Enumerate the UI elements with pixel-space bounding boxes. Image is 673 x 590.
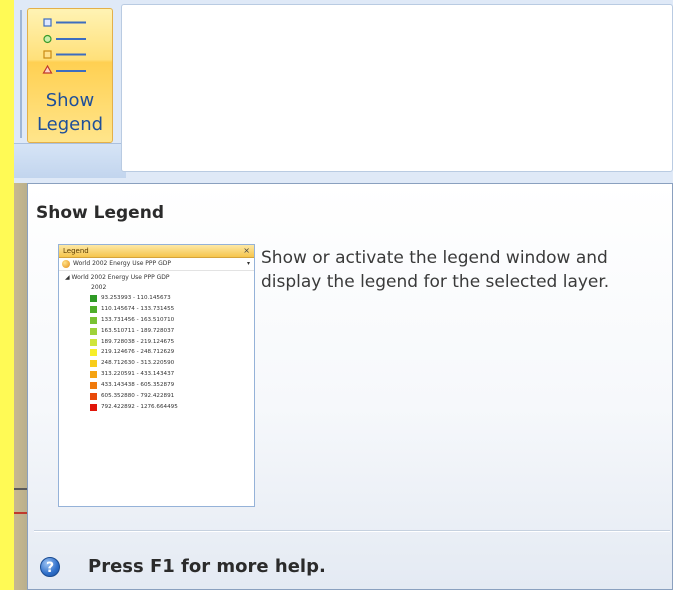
legend-preview-class-row: 313.220591 - 433.143437	[59, 369, 254, 380]
legend-preview-class-row: 110.145674 - 133.731455	[59, 304, 254, 315]
dropdown-arrow-icon: ▾	[246, 260, 250, 267]
legend-preview-class-row: 605.352880 - 792.422891	[59, 391, 254, 402]
legend-class-swatch	[90, 371, 97, 379]
legend-preview-selected-layer: World 2002 Energy Use PPP GDP	[73, 260, 171, 267]
tooltip-title: Show Legend	[36, 203, 164, 223]
show-legend-button[interactable]: Show Legend	[27, 8, 113, 143]
legend-preview-field: 2002	[91, 284, 107, 291]
legend-preview-classes: 93.253993 - 110.145673 110.145674 - 133.7…	[59, 293, 254, 413]
help-text: Press F1 for more help.	[88, 556, 326, 577]
legend-class-label: 433.143438 - 605.352879	[101, 382, 175, 389]
legend-class-swatch	[90, 403, 97, 411]
legend-class-label: 93.253993 - 110.145673	[101, 295, 171, 301]
legend-class-label: 163.510711 - 189.728037	[101, 327, 175, 334]
ribbon-content-area	[121, 4, 673, 172]
legend-preview-close-icon: ×	[243, 246, 250, 255]
legend-class-label: 605.352880 - 792.422891	[101, 393, 175, 400]
globe-icon	[62, 260, 70, 268]
legend-preview-layer-select: World 2002 Energy Use PPP GDP ▾	[59, 258, 254, 271]
legend-preview-class-row: 93.253993 - 110.145673	[59, 293, 254, 304]
legend-class-swatch	[90, 382, 97, 390]
legend-preview-title: Legend	[63, 247, 89, 255]
legend-class-label: 792.422892 - 1276.664495	[101, 403, 178, 410]
legend-class-label: 219.124676 - 248.712629	[101, 349, 175, 356]
legend-preview-header: Legend ×	[59, 245, 254, 258]
legend-preview-class-row: 792.422892 - 1276.664495	[59, 402, 254, 413]
legend-class-label: 248.712630 - 313.220590	[101, 360, 175, 367]
legend-class-swatch	[90, 305, 97, 313]
legend-class-swatch	[90, 327, 97, 335]
show-legend-label-line1: Show	[45, 90, 95, 111]
legend-preview-image: Legend × World 2002 Energy Use PPP GDP ▾…	[58, 244, 255, 507]
legend-preview-class-row: 248.712630 - 313.220590	[59, 358, 254, 369]
legend-class-label: 133.731456 - 163.510710	[101, 316, 175, 323]
ribbon-separator	[20, 10, 22, 138]
legend-preview-class-row: 219.124676 - 248.712629	[59, 347, 254, 358]
ribbon-group-footer	[14, 143, 126, 178]
legend-class-swatch	[90, 349, 97, 357]
legend-class-label: 189.728038 - 219.124675	[101, 338, 175, 345]
tooltip-divider-highlight	[34, 531, 670, 532]
legend-preview-class-row: 189.728038 - 219.124675	[59, 337, 254, 348]
legend-class-swatch	[90, 295, 97, 302]
legend-icon	[42, 18, 86, 74]
legend-class-swatch	[90, 393, 97, 401]
show-legend-tooltip: Show Legend Legend × World 2002 Energy U…	[27, 183, 673, 590]
legend-class-swatch	[90, 316, 97, 324]
legend-preview-class-row: 133.731456 - 163.510710	[59, 315, 254, 326]
legend-class-label: 313.220591 - 433.143437	[101, 371, 175, 378]
tooltip-description: Show or activate the legend window and d…	[261, 248, 610, 292]
legend-preview-class-row: 163.510711 - 189.728037	[59, 326, 254, 337]
legend-class-swatch	[90, 360, 97, 368]
legend-class-swatch	[90, 338, 97, 346]
legend-preview-layer-name: World 2002 Energy Use PPP GDP	[71, 274, 170, 281]
show-legend-label-line2: Legend	[36, 114, 104, 135]
legend-class-label: 110.145674 - 133.731455	[101, 305, 175, 312]
legend-preview-class-row: 433.143438 - 605.352879	[59, 380, 254, 391]
help-icon: ?	[40, 557, 60, 577]
legend-preview-layer: ◢ World 2002 Energy Use PPP GDP	[59, 273, 254, 283]
